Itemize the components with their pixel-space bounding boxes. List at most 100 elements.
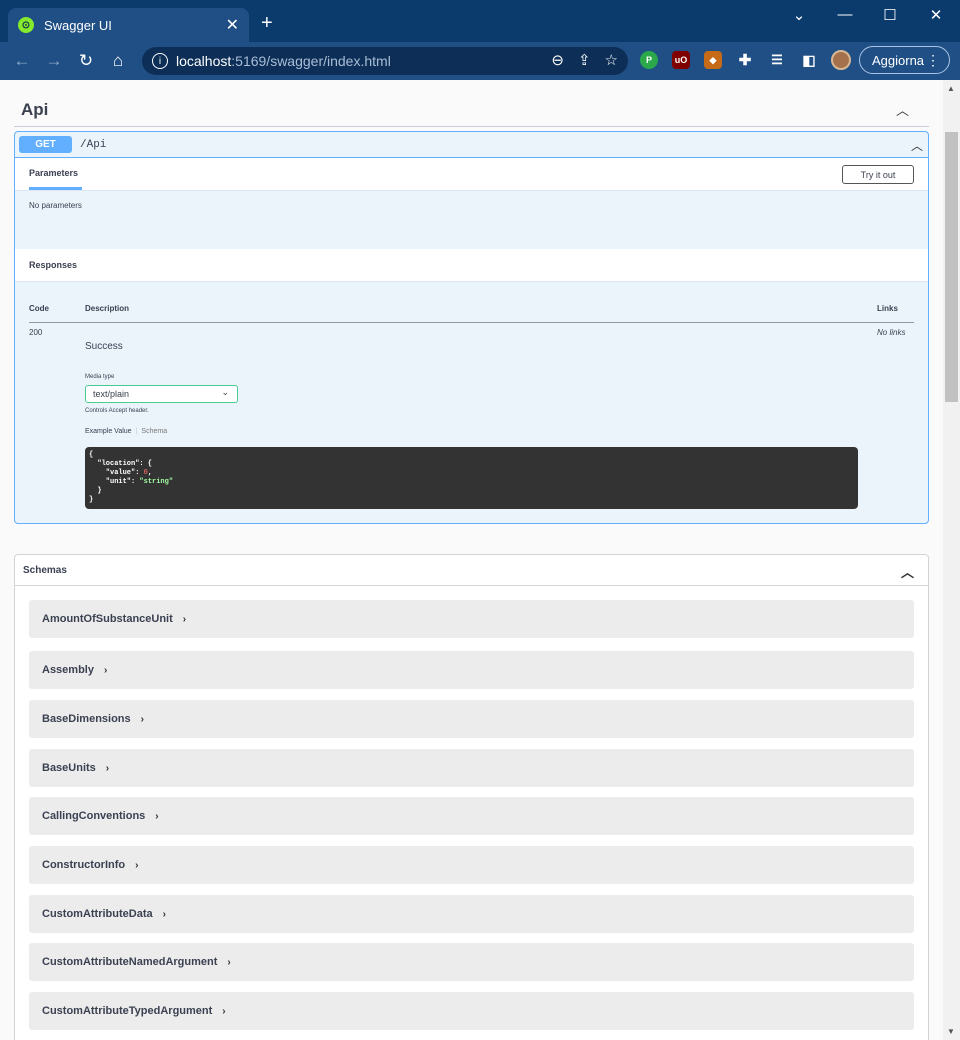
expand-chevron-icon: › bbox=[162, 908, 166, 920]
media-type-label: Media type bbox=[85, 374, 115, 380]
model-name: CustomAttributeTypedArgument bbox=[42, 1005, 213, 1017]
code-string: "string" bbox=[139, 478, 174, 486]
extension-green-icon[interactable]: P bbox=[640, 51, 658, 69]
scrollbar-thumb[interactable] bbox=[945, 132, 958, 402]
model-name: CallingConventions bbox=[42, 810, 146, 822]
expand-chevron-icon: › bbox=[140, 713, 144, 725]
side-panel-icon[interactable]: ◧ bbox=[800, 51, 818, 69]
browser-tab[interactable]: ⊙ Swagger UI ✕ bbox=[8, 8, 249, 42]
response-description: Success bbox=[85, 341, 123, 352]
model-item[interactable]: CustomAttributeTypedArgument › bbox=[29, 992, 914, 1030]
model-name: CustomAttributeNamedArgument bbox=[42, 956, 218, 968]
schemas-header[interactable]: Schemas ︿ bbox=[15, 555, 928, 586]
tab-search-chevron-icon[interactable]: ⌄ bbox=[784, 6, 814, 24]
no-parameters-text: No parameters bbox=[29, 201, 82, 210]
col-code: Code bbox=[29, 304, 49, 313]
zoom-icon[interactable]: ⊖ bbox=[551, 51, 564, 69]
window-close-icon[interactable]: ✕ bbox=[921, 6, 951, 24]
schemas-title: Schemas bbox=[23, 564, 67, 576]
scroll-down-icon[interactable]: ▼ bbox=[947, 1027, 955, 1036]
profile-avatar[interactable] bbox=[831, 50, 851, 70]
model-name: ConstructorInfo bbox=[42, 859, 126, 871]
example-tabs: Example Value | Schema bbox=[85, 428, 167, 435]
model-item[interactable]: ConstructorInfo › bbox=[29, 846, 914, 884]
expand-chevron-icon: › bbox=[135, 859, 139, 871]
site-info-icon[interactable]: i bbox=[152, 53, 168, 69]
reload-icon[interactable]: ↻ bbox=[72, 47, 100, 75]
model-item[interactable]: BaseUnits › bbox=[29, 749, 914, 787]
model-name: AmountOfSubstanceUnit bbox=[42, 613, 173, 625]
model-item[interactable]: CustomAttributeNamedArgument › bbox=[29, 943, 914, 981]
menu-dots-icon[interactable]: ⋮ bbox=[926, 52, 940, 69]
code-punct: , bbox=[147, 469, 153, 477]
model-name: BaseDimensions bbox=[42, 713, 131, 725]
col-links: Links bbox=[877, 304, 898, 313]
tag-divider bbox=[14, 126, 929, 127]
media-type-select[interactable]: text/plain ⌄ bbox=[85, 385, 238, 403]
tab-example-value[interactable]: Example Value bbox=[85, 428, 132, 435]
model-name: Assembly bbox=[42, 664, 94, 676]
media-control-icon[interactable]: ☰ bbox=[768, 51, 786, 69]
responses-table: Code Description Links 200 Success No li… bbox=[15, 282, 928, 522]
maximize-icon[interactable]: ☐ bbox=[875, 6, 905, 24]
update-label: Aggiorna bbox=[872, 52, 925, 68]
page-scrollbar[interactable]: ▲ ▼ bbox=[943, 80, 960, 1040]
code-line: } bbox=[89, 496, 94, 504]
media-type-value: text/plain bbox=[93, 389, 130, 399]
bookmark-star-icon[interactable]: ☆ bbox=[605, 51, 618, 69]
operation-block-get: GET /Api ︿ Parameters Try it out No para… bbox=[14, 131, 929, 524]
tab-schema[interactable]: Schema bbox=[141, 428, 167, 435]
parameters-header: Parameters Try it out bbox=[15, 158, 928, 191]
expand-chevron-icon: › bbox=[155, 810, 159, 822]
extension-brown-icon[interactable]: ◆ bbox=[704, 51, 722, 69]
scroll-up-icon[interactable]: ▲ bbox=[947, 84, 955, 93]
chevron-down-icon: ⌄ bbox=[221, 387, 229, 397]
extensions-puzzle-icon[interactable]: ✚ bbox=[736, 51, 754, 69]
response-links: No links bbox=[877, 328, 906, 337]
controls-accept-note: Controls Accept header. bbox=[85, 408, 149, 414]
model-item[interactable]: CustomAttributeData › bbox=[29, 895, 914, 933]
home-icon[interactable]: ⌂ bbox=[104, 47, 132, 75]
code-line-key: "unit": bbox=[89, 478, 140, 486]
share-icon[interactable]: ⇪ bbox=[578, 51, 591, 69]
tab-parameters[interactable]: Parameters bbox=[29, 158, 83, 190]
schemas-collapse-icon[interactable]: ︿ bbox=[901, 562, 914, 581]
schemas-section: Schemas ︿ AmountOfSubstanceUnit › Assembl… bbox=[14, 554, 929, 1040]
tab-separator: | bbox=[135, 428, 138, 435]
model-name: BaseUnits bbox=[42, 762, 96, 774]
code-line: { bbox=[89, 451, 94, 459]
address-bar[interactable]: i localhost:5169/swagger/index.html ⊖ ⇪ … bbox=[142, 47, 628, 75]
url-host: localhost bbox=[176, 53, 232, 69]
expand-chevron-icon: › bbox=[227, 956, 231, 968]
swagger-page: Api ︿ GET /Api ︿ Parameters Try it out N… bbox=[0, 80, 943, 1040]
try-it-out-button[interactable]: Try it out bbox=[842, 165, 914, 184]
response-code: 200 bbox=[29, 328, 43, 337]
new-tab-icon[interactable]: + bbox=[261, 12, 273, 35]
code-line: "location": { bbox=[89, 460, 153, 468]
code-line: } bbox=[89, 487, 102, 495]
model-item[interactable]: BaseDimensions › bbox=[29, 700, 914, 738]
model-item[interactable]: CallingConventions › bbox=[29, 797, 914, 835]
tag-collapse-icon[interactable]: ︿ bbox=[896, 100, 909, 119]
forward-icon[interactable]: → bbox=[40, 47, 68, 75]
tab-close-icon[interactable]: ✕ bbox=[226, 15, 239, 35]
example-code-block: { "location": { "value": 0, "unit": "str… bbox=[85, 447, 858, 509]
browser-titlebar: ⊙ Swagger UI ✕ + ⌄ — ☐ ✕ bbox=[0, 0, 960, 42]
col-description: Description bbox=[85, 304, 130, 313]
tab-title: Swagger UI bbox=[44, 17, 112, 33]
table-header-rule bbox=[29, 322, 914, 323]
update-button[interactable]: Aggiorna ⋮ bbox=[859, 46, 950, 74]
tag-title[interactable]: Api bbox=[21, 100, 48, 120]
minimize-icon[interactable]: — bbox=[830, 6, 860, 23]
expand-chevron-icon: › bbox=[222, 1005, 226, 1017]
responses-title: Responses bbox=[15, 249, 928, 282]
swagger-favicon-icon: ⊙ bbox=[18, 17, 34, 33]
model-item[interactable]: Assembly › bbox=[29, 651, 914, 689]
operation-path: /Api bbox=[80, 138, 107, 151]
operation-collapse-icon[interactable]: ︿ bbox=[911, 137, 923, 154]
back-icon[interactable]: ← bbox=[8, 47, 36, 75]
operation-summary[interactable]: GET /Api ︿ bbox=[15, 132, 928, 158]
ublock-icon[interactable]: uO bbox=[672, 51, 690, 69]
model-item[interactable]: AmountOfSubstanceUnit › bbox=[29, 600, 914, 638]
model-name: CustomAttributeData bbox=[42, 908, 153, 920]
